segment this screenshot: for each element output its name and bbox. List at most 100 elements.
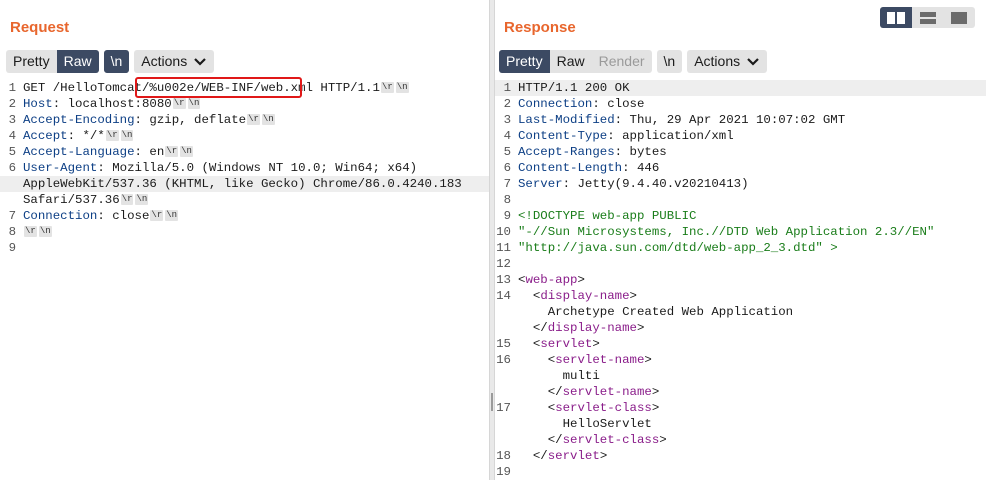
response-pane: Response Pretty Raw Render \n Actions 1H…: [495, 0, 986, 480]
angle-bracket: >: [644, 353, 652, 367]
request-editor[interactable]: 1 GET /HelloTomcat/%u002e/WEB-INF/web.xml…: [0, 80, 489, 256]
xml-tag: servlet-name: [562, 385, 652, 399]
lf-marker: \n: [261, 114, 275, 126]
code-line: 11 "http://java.sun.com/dtd/web-app_2_3.d…: [495, 240, 986, 256]
response-title: Response: [504, 19, 576, 36]
angle-bracket: </: [532, 321, 548, 335]
line-number: 5: [503, 145, 511, 159]
request-title: Request: [10, 19, 70, 36]
response-actions-label: Actions: [694, 53, 741, 69]
line-text: HTTP/1.1 200 OK: [518, 81, 630, 95]
request-actions-button[interactable]: Actions: [134, 50, 215, 73]
xml-tag: web-app: [525, 273, 578, 287]
code-line: 8 \r \n: [0, 224, 489, 240]
xml-tag: servlet-class: [555, 401, 652, 415]
code-line: 2 Host: localhost:8080 \r \n: [0, 96, 489, 112]
code-line: </display-name>: [495, 320, 986, 336]
request-pretty-tab[interactable]: Pretty: [6, 50, 57, 73]
response-editor[interactable]: 1 HTTP/1.1 200 OK 2 Connection: close 3 Last-…: [495, 80, 986, 480]
highlight-box: [135, 77, 302, 98]
request-toolbar: Pretty Raw \n Actions: [6, 50, 215, 73]
line-number: 12: [496, 257, 511, 271]
xml-tag: servlet-class: [562, 433, 660, 447]
code-line: 9: [0, 240, 489, 256]
code-line: 13 <web-app>: [495, 272, 986, 288]
split-rows-icon[interactable]: [912, 7, 944, 28]
line-text: Content-Length: 446: [518, 161, 660, 175]
lf-marker: \n: [120, 130, 134, 142]
code-line: Safari/537.36 \r \n: [0, 192, 489, 208]
line-number: 11: [496, 241, 511, 255]
line-number: 10: [496, 225, 511, 239]
code-line: 8: [495, 192, 986, 208]
chevron-down-icon: [194, 57, 206, 66]
code-line: 1 HTTP/1.1 200 OK: [495, 80, 986, 96]
line-text: User-Agent: Mozilla/5.0 (Windows NT 10.0…: [23, 161, 418, 175]
request-view-switch: Pretty Raw: [6, 50, 99, 73]
header-name: Accept: [23, 129, 68, 143]
line-text: Content-Type: application/xml: [518, 129, 734, 143]
response-newline-toggle[interactable]: \n: [656, 50, 683, 73]
cr-marker: \r: [380, 82, 394, 94]
line-text: multi: [518, 369, 600, 383]
angle-bracket: </: [547, 433, 563, 447]
response-pretty-tab[interactable]: Pretty: [499, 50, 550, 73]
code-line: 3 Last-Modified: Thu, 29 Apr 2021 10:07:0…: [495, 112, 986, 128]
lf-marker: \n: [395, 82, 409, 94]
line-text: AppleWebKit/537.36 (KHTML, like Gecko) C…: [23, 177, 462, 191]
code-line: 16 <servlet-name>: [495, 352, 986, 368]
line-text: Accept-Encoding: gzip, deflate \r \n: [23, 113, 275, 127]
angle-bracket: >: [592, 337, 600, 351]
chevron-down-icon: [747, 57, 759, 66]
line-text: Host: localhost:8080 \r \n: [23, 97, 201, 111]
line-text: </servlet-class>: [518, 432, 667, 448]
doctype-text: <!DOCTYPE web-app PUBLIC: [518, 209, 697, 223]
response-raw-tab[interactable]: Raw: [550, 50, 592, 73]
lf-marker: \n: [38, 226, 52, 238]
response-render-tab[interactable]: Render: [592, 50, 652, 73]
line-number: 3: [503, 113, 511, 127]
xml-tag: servlet-name: [555, 353, 645, 367]
response-actions-button[interactable]: Actions: [687, 50, 768, 73]
line-number: 4: [8, 129, 16, 143]
cr-marker: \r: [150, 210, 164, 222]
split-columns-icon[interactable]: [880, 7, 912, 28]
line-number: 9: [8, 241, 16, 255]
cr-marker: \r: [172, 98, 186, 110]
lf-marker: \n: [187, 98, 201, 110]
code-line: Archetype Created Web Application: [495, 304, 986, 320]
line-number: 16: [496, 353, 511, 367]
line-text: <servlet-class>: [518, 400, 660, 416]
xml-tag: servlet: [540, 337, 593, 351]
line-number: 3: [8, 113, 16, 127]
header-name: Connection: [518, 97, 593, 111]
line-text: Server: Jetty(9.4.40.v20210413): [518, 177, 749, 191]
cr-marker: \r: [165, 146, 179, 158]
code-line: HelloServlet: [495, 416, 986, 432]
line-text: Connection: close \r \n: [23, 209, 179, 223]
request-raw-tab[interactable]: Raw: [56, 50, 99, 73]
header-name: Accept-Ranges: [518, 145, 615, 159]
line-number: 2: [503, 97, 511, 111]
line-number: 1: [8, 81, 16, 95]
line-text: <servlet>: [518, 336, 600, 352]
divider-grip[interactable]: [491, 393, 493, 411]
request-pane: Request Pretty Raw \n Actions 1 GET /Hell…: [0, 0, 489, 480]
code-line: 7 Server: Jetty(9.4.40.v20210413): [495, 176, 986, 192]
code-line: 4 Accept: */* \r \n: [0, 128, 489, 144]
header-name: Content-Length: [518, 161, 623, 175]
line-number: 5: [8, 145, 16, 159]
code-line: </servlet-class>: [495, 432, 986, 448]
request-newline-toggle[interactable]: \n: [103, 50, 130, 73]
code-line: AppleWebKit/537.36 (KHTML, like Gecko) C…: [0, 176, 489, 192]
lf-marker: \n: [165, 210, 179, 222]
code-line: 3 Accept-Encoding: gzip, deflate \r \n: [0, 112, 489, 128]
response-toolbar: Pretty Raw Render \n Actions: [499, 50, 768, 73]
code-line: multi: [495, 368, 986, 384]
line-text: HelloServlet: [518, 417, 652, 431]
single-pane-icon[interactable]: [943, 7, 975, 28]
code-line: 15 <servlet>: [495, 336, 986, 352]
line-text: Safari/537.36 \r \n: [23, 193, 149, 207]
line-number: 9: [503, 209, 511, 223]
xml-tag: display-name: [540, 289, 630, 303]
